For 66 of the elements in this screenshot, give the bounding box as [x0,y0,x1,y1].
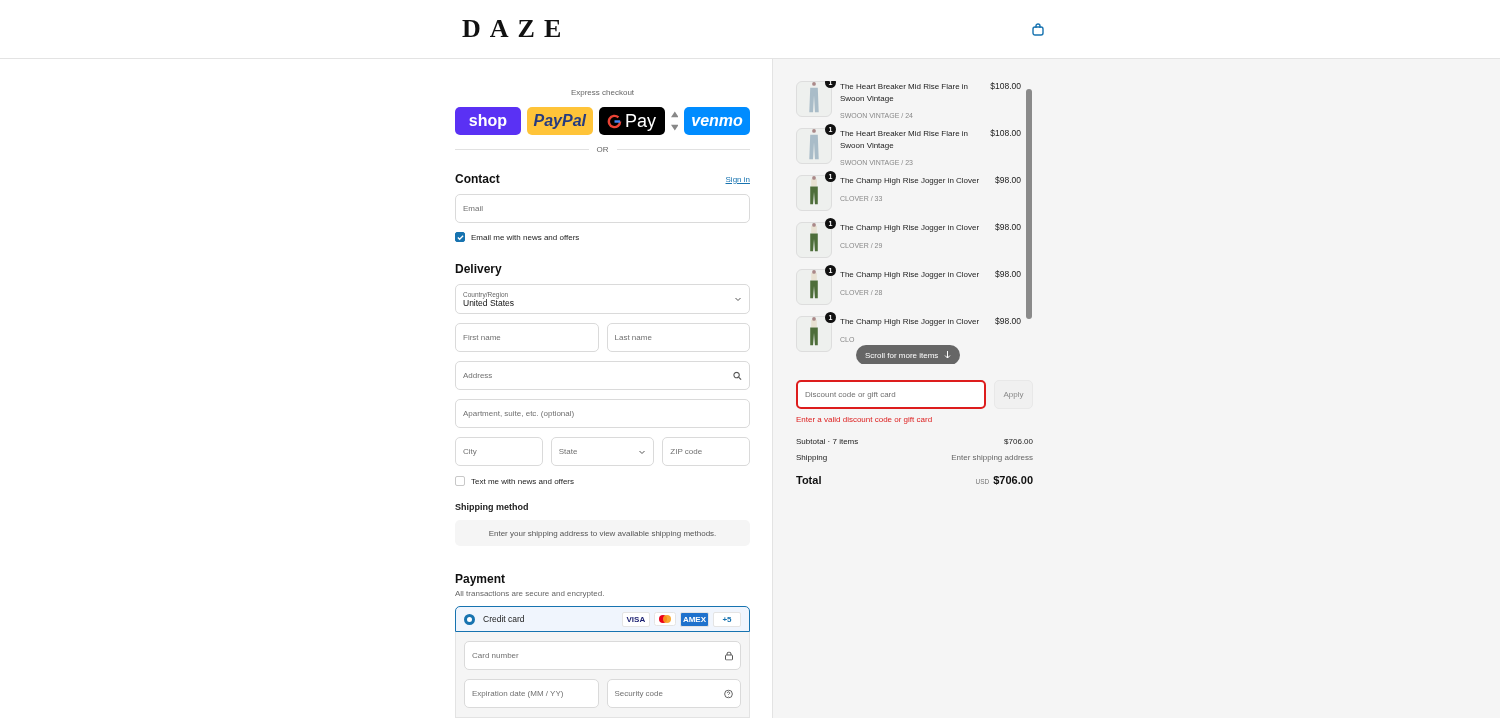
input-field[interactable]: Address [455,361,750,390]
product-price: $98.00 [995,175,1021,185]
summary-label: Subtotal · 7 items [796,437,859,446]
summary-label: Shipping [796,453,828,462]
payment-subtitle: All transactions are secure and encrypted. [455,589,606,599]
product-title: The Heart Breaker Mid Rise Flare in Swoon Vintage [840,81,970,104]
product-price: $98.00 [995,222,1021,232]
input-field[interactable]: Security code [606,679,741,708]
state-select[interactable]: State [550,437,655,466]
error-message: Enter a valid discount code or gift card [796,415,934,424]
section-title: Delivery [455,262,502,276]
total-value: $706.00 [993,474,1033,486]
express-checkout-title: Express checkout [570,88,635,97]
input-field[interactable]: Expiration date (MM / YY) [464,679,599,708]
input-field[interactable]: Apartment, suite, etc. (optional) [455,399,750,428]
scroll-hint[interactable]: Scroll for more items [856,345,961,364]
radio-button[interactable] [464,613,475,625]
product-title: The Champ High Rise Jogger in Clover [840,175,981,187]
product-title: The Heart Breaker Mid Rise Flare in Swoon Vintage [840,128,970,151]
product-title: The Champ High Rise Jogger in Clover [840,222,981,234]
section-title: Contact [455,172,500,186]
logo[interactable]: DAZE [462,14,571,44]
lock-icon [725,651,733,660]
card-brand-icon [653,611,676,626]
product-price: $108.00 [990,128,1021,138]
card-brand-label: AMEX [679,611,709,627]
card-brand-label: VISA [621,611,650,627]
g-logo-icon [607,113,623,129]
checkbox[interactable] [455,476,465,486]
payment-button[interactable]: venmo [684,107,750,135]
input-field[interactable]: City [455,437,543,466]
payment-button[interactable]: Pay [598,107,665,135]
input-field[interactable]: Card number [464,641,741,670]
checkbox-label: Text me with news and offers [471,476,574,486]
help-icon [724,689,733,698]
scroll-arrows-icon [670,109,679,133]
or-divider-text: OR [596,145,609,154]
scrollbar[interactable] [1026,89,1032,319]
product-title: The Champ High Rise Jogger in Clover [840,269,981,281]
input-field[interactable]: ZIP code [662,437,750,466]
product-price: $98.00 [995,316,1021,326]
input-field[interactable]: Last name [606,323,750,352]
payment-button[interactable]: shop [455,107,521,135]
apply-button[interactable]: Apply [994,380,1033,409]
product-price: $108.00 [990,81,1021,91]
input-field[interactable]: Email [455,194,750,223]
arrow-down-icon [944,351,952,359]
payment-button[interactable]: PayPal [526,107,593,135]
payment-option[interactable]: Credit card VISA AMEX +5 [455,606,750,632]
summary-value: $706.00 [1004,437,1033,446]
section-title: Payment [455,572,506,587]
card-brand-label: +5 [713,611,741,627]
chevron-down-icon [734,295,742,303]
shopping-bag-icon[interactable] [1032,22,1044,36]
section-subtitle: Shipping method [455,502,529,512]
summary-value: Enter shipping address [951,453,1033,462]
product-price: $98.00 [995,269,1021,279]
input-field[interactable]: First name [455,323,599,352]
sign-in-link[interactable]: Sign in [725,174,750,184]
checkbox[interactable] [455,232,465,242]
discount-field[interactable]: Discount code or gift card [796,380,986,409]
search-icon [733,371,742,380]
shipping-notice: Enter your shipping address to view available shipping methods. [455,520,750,547]
total-label: Total [796,474,822,486]
checkbox-label: Email me with news and offers [471,232,580,242]
product-title: The Champ High Rise Jogger in Clover [840,316,981,328]
